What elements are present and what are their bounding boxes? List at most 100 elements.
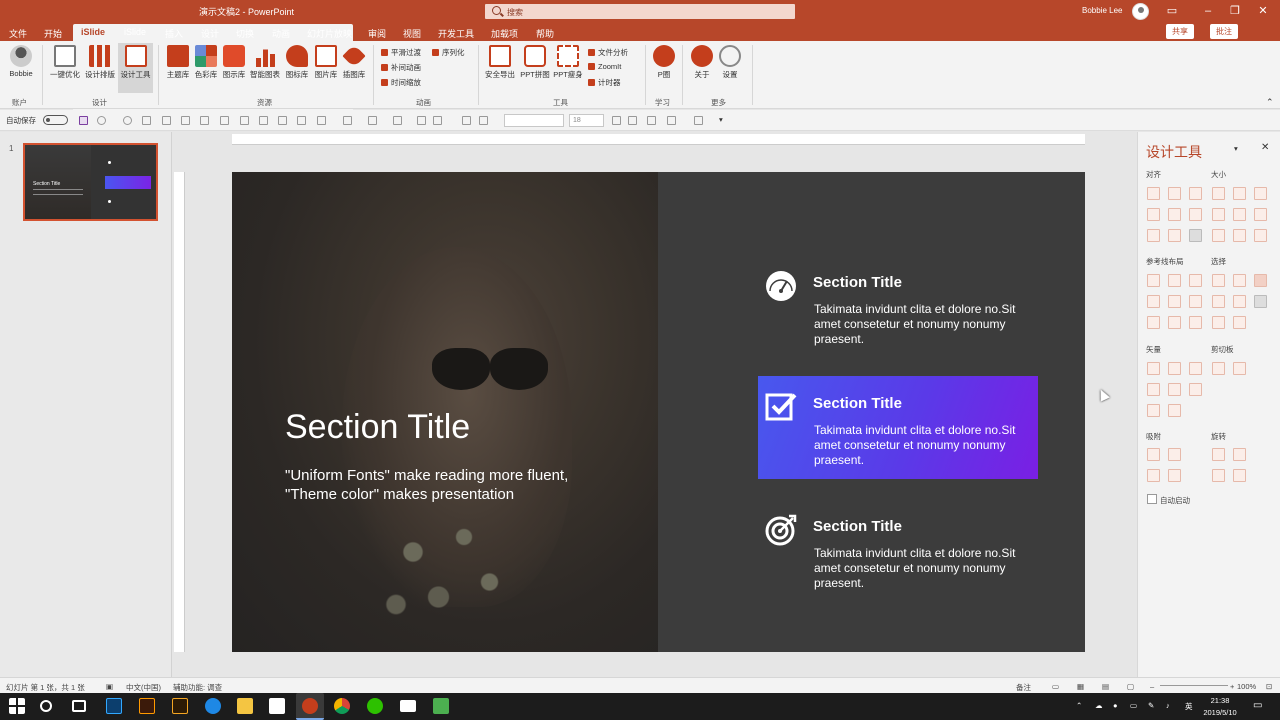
snap-bottom-icon[interactable] <box>1168 448 1181 461</box>
diagram-library-button[interactable]: 图示库 <box>220 45 248 80</box>
smooth-transition-button[interactable]: 平滑过渡 <box>381 47 421 58</box>
pen-icon[interactable]: ✎ <box>1148 701 1154 710</box>
notifications-icon[interactable]: ▭ <box>1253 700 1262 711</box>
align-left-icon[interactable] <box>1147 187 1160 200</box>
spellcheck-icon[interactable]: ▣ <box>106 682 113 691</box>
network-icon[interactable]: ▭ <box>1130 701 1137 710</box>
shape-icon[interactable] <box>479 116 488 125</box>
one-click-optimize-button[interactable]: 一键优化 <box>47 45 83 80</box>
timer-button[interactable]: 计时器 <box>588 77 621 88</box>
mail-icon[interactable] <box>400 700 416 712</box>
align-right-icon[interactable] <box>1189 187 1202 200</box>
align-left-icon[interactable] <box>162 116 171 125</box>
width-min-icon[interactable] <box>1233 208 1246 221</box>
text-effects-icon[interactable] <box>694 116 703 125</box>
settings-button[interactable]: 设置 <box>716 45 744 80</box>
chrome-icon[interactable] <box>334 698 350 714</box>
windows-start-icon[interactable] <box>9 698 25 714</box>
slide-title[interactable]: Section Title <box>285 408 470 447</box>
volume-icon[interactable]: ♪ <box>1166 701 1170 710</box>
slide-subtitle[interactable]: "Uniform Fonts" make reading more fluent… <box>285 466 615 504</box>
align-top-icon[interactable] <box>1147 208 1160 221</box>
customize-qat-icon[interactable]: ▾ <box>719 115 723 124</box>
height-max-icon[interactable] <box>1212 229 1225 242</box>
undo-icon[interactable] <box>97 116 106 125</box>
notes-button[interactable]: 备注 <box>1016 682 1031 693</box>
p-circle-button[interactable]: P圈 <box>650 45 678 80</box>
camtasia-icon[interactable] <box>433 698 449 714</box>
edge-icon[interactable] <box>205 698 221 714</box>
safe-export-button[interactable]: 安全导出 <box>483 45 517 80</box>
width-max-icon[interactable] <box>1212 208 1225 221</box>
user-name[interactable]: Bobbie Lee <box>1082 6 1122 15</box>
text-align-icon[interactable] <box>647 116 656 125</box>
vector-split-icon[interactable] <box>1189 383 1202 396</box>
account-button[interactable]: Bobbie <box>5 45 37 78</box>
tray-icon[interactable]: ● <box>1113 701 1118 710</box>
minimize-icon[interactable]: – <box>1198 2 1218 20</box>
ppt-slim-button[interactable]: PPT瘦身 <box>552 45 584 80</box>
avatar[interactable] <box>1132 3 1149 20</box>
snap-top-icon[interactable] <box>1147 448 1160 461</box>
slideshow-icon[interactable]: ▢ <box>1127 682 1134 691</box>
distribute-h-icon[interactable] <box>1147 229 1160 242</box>
guide-left-icon[interactable] <box>1147 274 1160 287</box>
font-size-select[interactable]: 18 <box>569 114 604 127</box>
same-size-icon[interactable] <box>1254 187 1267 200</box>
vector-edit-icon[interactable] <box>1168 404 1181 417</box>
tray-expand-icon[interactable]: ⌃ <box>1076 701 1082 710</box>
select-front-icon[interactable] <box>1212 316 1225 329</box>
paste-icon[interactable] <box>1233 362 1246 375</box>
illustration-library-button[interactable]: 插图库 <box>340 44 368 80</box>
clock-time[interactable]: 21:38 <box>1200 696 1240 705</box>
cursor-select-icon[interactable] <box>1254 295 1267 308</box>
ribbon-display-icon[interactable]: ▭ <box>1162 2 1182 20</box>
align-bottom-icon[interactable] <box>259 116 268 125</box>
align-top-icon[interactable] <box>220 116 229 125</box>
file-analysis-button[interactable]: 文件分析 <box>588 47 628 58</box>
guide-grid-icon[interactable] <box>1189 316 1202 329</box>
crop-icon[interactable] <box>433 116 442 125</box>
bridge-icon[interactable] <box>172 698 188 714</box>
zoom-level[interactable]: 100% <box>1237 682 1256 691</box>
decrease-font-icon[interactable] <box>628 116 637 125</box>
zoom-slider[interactable] <box>1160 685 1228 686</box>
vector-fragment-icon[interactable] <box>1189 362 1202 375</box>
search-box[interactable]: 搜索 <box>485 4 795 19</box>
save-icon[interactable] <box>79 116 88 125</box>
same-height-icon[interactable] <box>1233 187 1246 200</box>
vector-union-icon[interactable] <box>1147 362 1160 375</box>
align-center-icon[interactable] <box>181 116 190 125</box>
section-item-2-highlighted[interactable]: Section Title Takimata invidunt clita et… <box>758 376 1038 479</box>
search-icon[interactable] <box>40 700 52 712</box>
copy-icon[interactable] <box>1212 362 1225 375</box>
autosave-toggle[interactable] <box>43 115 68 125</box>
grid-align-icon[interactable] <box>1189 229 1202 242</box>
ime-indicator[interactable]: 英 <box>1185 701 1193 712</box>
distribute-v-icon[interactable] <box>1168 229 1181 242</box>
rotate-left-icon[interactable] <box>1212 448 1225 461</box>
ppt-collage-button[interactable]: PPT拼图 <box>518 45 552 80</box>
font-name-select[interactable] <box>504 114 564 127</box>
guide-top-icon[interactable] <box>1147 295 1160 308</box>
font-color-icon[interactable] <box>343 116 352 125</box>
panel-close-icon[interactable]: ✕ <box>1261 142 1269 153</box>
distribute-icon[interactable] <box>278 116 287 125</box>
guide-middle-icon[interactable] <box>1168 295 1181 308</box>
align-bottom-icon[interactable] <box>1189 208 1202 221</box>
task-view-icon[interactable] <box>72 700 86 712</box>
snap-right-icon[interactable] <box>1168 469 1181 482</box>
image-library-button[interactable]: 图片库 <box>312 45 340 80</box>
select-group-icon[interactable] <box>1233 295 1246 308</box>
restore-icon[interactable]: ❐ <box>1225 2 1245 20</box>
section-item-3[interactable]: Section Title Takimata invidunt clita et… <box>758 499 1038 602</box>
vector-intersect-icon[interactable] <box>1147 383 1160 396</box>
close-icon[interactable]: ✕ <box>1253 2 1273 20</box>
flip-v-icon[interactable] <box>1233 469 1246 482</box>
accessibility-status[interactable]: 辅助功能: 调查 <box>173 682 222 693</box>
slide-sorter-icon[interactable]: ▦ <box>1077 682 1084 691</box>
guide-right-icon[interactable] <box>1189 274 1202 287</box>
collapse-ribbon-icon[interactable]: ⌃ <box>1266 97 1274 108</box>
snap-left-icon[interactable] <box>1147 469 1160 482</box>
slide-canvas[interactable]: Section Title "Uniform Fonts" make readi… <box>232 172 1085 652</box>
